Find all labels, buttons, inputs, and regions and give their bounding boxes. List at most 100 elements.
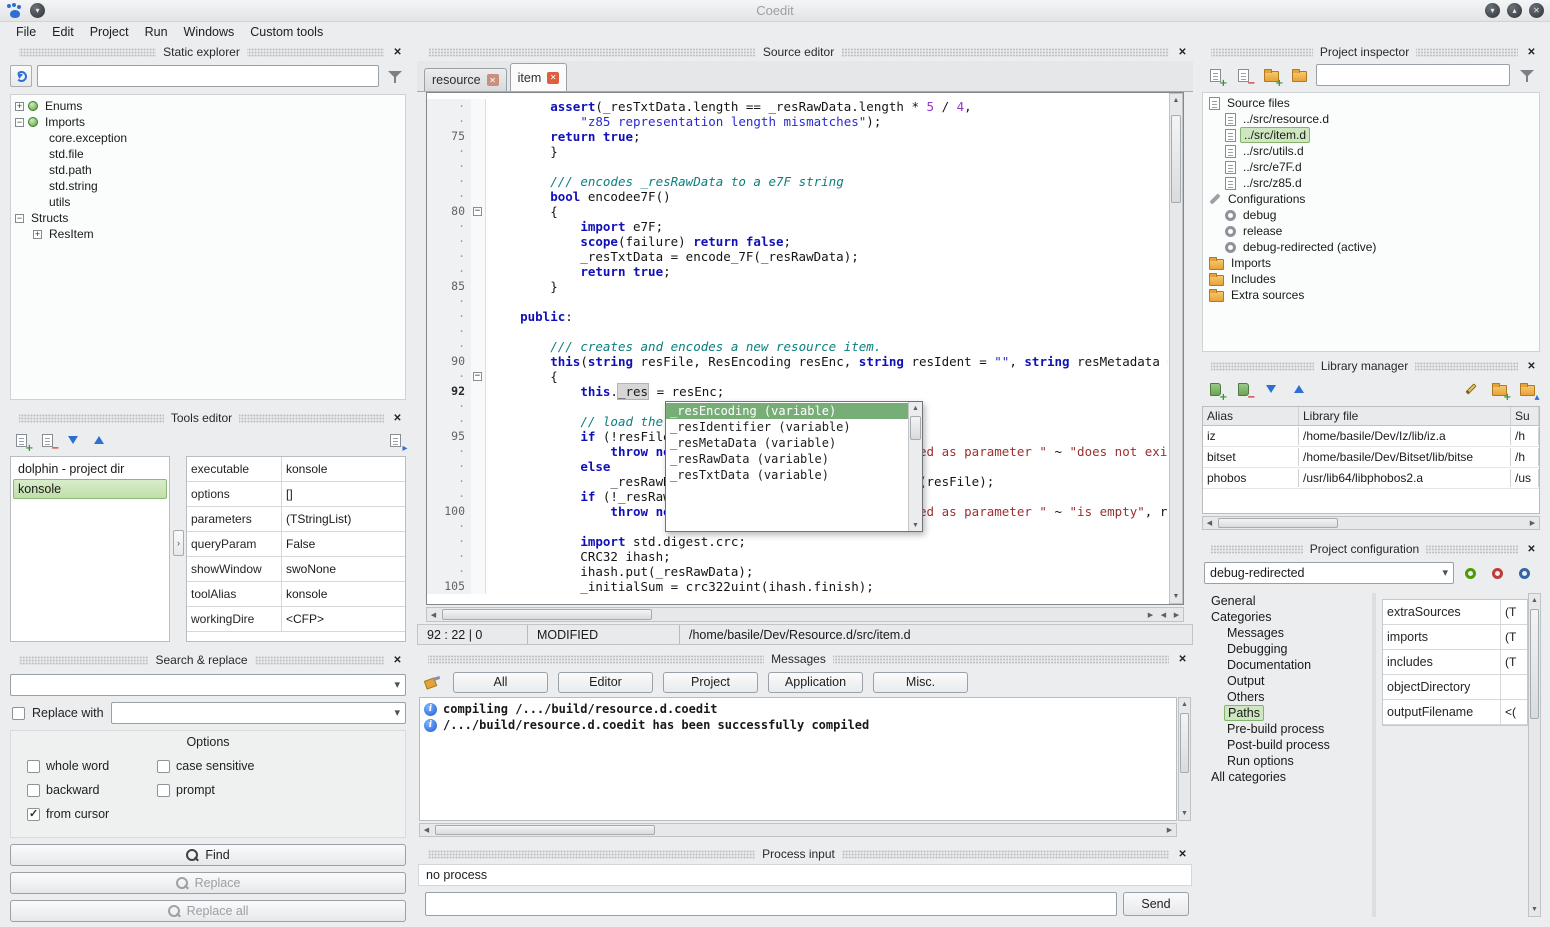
property-row[interactable]: showWindowswoNone [187,557,405,582]
replace-with-checkbox[interactable] [12,707,25,720]
explorer-tree-item[interactable]: core.exception [11,130,405,146]
menu-item-custom-tools[interactable]: Custom tools [242,24,331,40]
property-value[interactable]: konsole [282,457,405,481]
scrollbar-track[interactable] [1216,517,1526,529]
code-line[interactable]: ·− { [427,369,1168,384]
tree-expander-icon[interactable]: + [33,230,42,239]
tree-expander-icon[interactable]: + [15,102,24,111]
editor-tab-item[interactable]: item [510,63,568,91]
replace-all-button[interactable]: Replace all [10,900,406,922]
move-library-up-button[interactable] [1288,378,1310,400]
config-category-others[interactable]: Others [1204,689,1368,705]
completion-list[interactable]: _resEncoding (variable)_resIdentifier (v… [666,402,908,531]
message-line[interactable]: /.../build/resource.d.coedit has been su… [420,717,1176,733]
messages-horizontal-scrollbar[interactable]: ◀ ▶ [419,823,1177,837]
editor-tab-resource[interactable]: resource [424,68,507,91]
config-category-documentation[interactable]: Documentation [1204,657,1368,673]
code-line[interactable]: 75 return true; [427,129,1168,144]
editor-horizontal-scrollbar[interactable]: ◀ ▶ ◀ ▶ [426,607,1184,622]
scrollbar-thumb[interactable] [1218,518,1338,528]
scrollbar-track[interactable] [433,824,1163,836]
scroll-down-icon[interactable]: ▼ [1170,590,1182,603]
code-line[interactable]: 85 } [427,279,1168,294]
scrollbar-thumb[interactable] [442,609,652,620]
option-case-sensitive[interactable]: case sensitive [157,757,405,775]
property-row[interactable]: queryParamFalse [187,532,405,557]
option-whole-word[interactable]: whole word [27,757,147,775]
property-value[interactable]: <CFP> [282,607,405,631]
code-line[interactable]: · import std.digest.crc; [427,534,1168,549]
code-line[interactable]: 80− { [427,204,1168,219]
replace-button[interactable]: Replace [10,872,406,894]
property-value[interactable]: <( [1501,700,1527,724]
scrollbar-thumb[interactable] [435,825,655,835]
scroll-left-icon[interactable]: ◀ [427,608,440,621]
completion-scrollbar[interactable]: ▲ ▼ [908,402,922,531]
completion-item[interactable]: _resMetaData (variable) [666,435,908,451]
code-line[interactable]: · } [427,144,1168,159]
scroll-down-icon[interactable]: ▼ [1529,903,1540,916]
menu-item-file[interactable]: File [8,24,44,40]
inspector-tree-item[interactable]: debug-redirected (active) [1203,239,1539,255]
code-line[interactable]: · [427,294,1168,309]
messages-filter-application[interactable]: Application [768,672,863,693]
property-row[interactable]: executablekonsole [187,457,405,482]
tab-scroll-left-icon[interactable]: ◀ [1157,608,1170,621]
scrollbar-thumb[interactable] [1180,713,1189,773]
library-row[interactable]: iz/home/basile/Dev/Iz/lib/iz.a/h [1203,426,1539,447]
property-value[interactable]: (T [1501,600,1527,624]
inspector-tree-item[interactable]: Includes [1203,271,1539,287]
messages-filter-misc[interactable]: Misc. [873,672,968,693]
library-column-header[interactable]: Alias [1203,407,1299,425]
menu-item-project[interactable]: Project [82,24,137,40]
tree-expander-icon[interactable]: − [15,118,24,127]
close-panel-icon[interactable] [1176,653,1189,666]
library-horizontal-scrollbar[interactable]: ◀ ▶ [1202,516,1540,530]
inspector-tree-item[interactable]: ../src/e7F.d [1203,159,1539,175]
inspector-tree-item[interactable]: Configurations [1203,191,1539,207]
property-value[interactable]: [] [282,482,405,506]
configuration-splitter[interactable] [1372,593,1376,917]
add-folder-button[interactable]: + [1260,64,1282,86]
property-value[interactable]: (TStringList) [282,507,405,531]
editor-vertical-scrollbar[interactable]: ▲ ▼ [1169,93,1183,604]
clone-configuration-button[interactable] [1513,562,1535,584]
tab-close-icon[interactable] [547,72,559,84]
library-row[interactable]: bitset/home/basile/Dev/Bitset/lib/bitse/… [1203,447,1539,468]
messages-filter-all[interactable]: All [453,672,548,693]
property-value[interactable]: (T [1501,650,1527,674]
code-line[interactable]: · scope(failure) return false; [427,234,1168,249]
library-from-folder-button[interactable]: + [1488,378,1510,400]
explorer-tree-item[interactable]: +Enums [11,98,405,114]
scroll-down-icon[interactable]: ▼ [909,519,922,531]
code-line[interactable]: 90 this(string resFile, ResEncoding resE… [427,354,1168,369]
config-property-row[interactable]: includes(T [1383,650,1527,675]
config-category-output[interactable]: Output [1204,673,1368,689]
close-panel-icon[interactable] [1176,46,1189,59]
tool-list-item[interactable]: konsole [13,479,167,499]
code-line[interactable]: · public: [427,309,1168,324]
messages-vertical-scrollbar[interactable]: ▲ ▼ [1178,697,1191,821]
config-property-row[interactable]: outputFilename<( [1383,700,1527,725]
move-tool-up-button[interactable] [88,429,110,451]
code-line[interactable]: · bool encodee7F() [427,189,1168,204]
config-category-post-build-process[interactable]: Post-build process [1204,737,1368,753]
code-line[interactable]: · /// encodes _resRawData to a e7F strin… [427,174,1168,189]
close-panel-icon[interactable] [391,654,404,667]
option-prompt[interactable]: prompt [157,781,405,799]
add-tool-button[interactable]: + [10,429,32,451]
scroll-left-icon[interactable]: ◀ [1203,517,1216,529]
inspector-tree-item[interactable]: Source files [1203,95,1539,111]
configuration-properties-grid[interactable]: extraSources(Timports(Tincludes(TobjectD… [1382,599,1528,726]
code-line[interactable]: · [427,324,1168,339]
close-panel-icon[interactable] [1176,848,1189,861]
menu-item-run[interactable]: Run [137,24,176,40]
code-line[interactable]: · return true; [427,264,1168,279]
code-line[interactable]: · ihash.put(_resRawData); [427,564,1168,579]
completion-item[interactable]: _resIdentifier (variable) [666,419,908,435]
fold-collapse-icon[interactable]: − [473,372,482,381]
code-line[interactable]: · assert(_resTxtData.length == _resRawDa… [427,99,1168,114]
add-library-button[interactable]: + [1204,378,1226,400]
window-shade-button[interactable]: ▾ [1485,3,1500,18]
scroll-left-icon[interactable]: ◀ [420,824,433,836]
